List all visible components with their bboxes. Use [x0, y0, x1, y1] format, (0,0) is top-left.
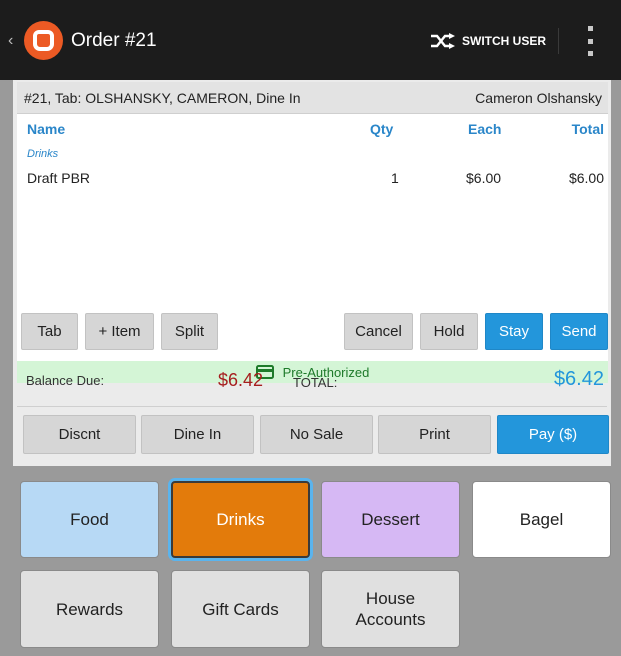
- stay-button[interactable]: Stay: [485, 313, 543, 350]
- no-sale-button[interactable]: No Sale: [260, 415, 373, 454]
- total-label: TOTAL:: [293, 375, 338, 390]
- balance-due-value: $6.42: [218, 370, 264, 390]
- category-dessert[interactable]: Dessert: [321, 481, 460, 558]
- item-name: Draft PBR: [27, 170, 91, 186]
- switch-user-label: SWITCH USER: [462, 34, 546, 48]
- category-house-accounts[interactable]: House Accounts: [321, 570, 460, 648]
- category-rewards[interactable]: Rewards: [20, 570, 159, 648]
- house-accounts-line-1: House: [365, 589, 416, 608]
- page-title: Order #21: [71, 30, 157, 51]
- send-button[interactable]: Send: [550, 313, 608, 350]
- app-logo-icon[interactable]: [24, 21, 63, 60]
- discount-button[interactable]: Discnt: [23, 415, 136, 454]
- tab-info: #21, Tab: OLSHANSKY, CAMERON, Dine In: [24, 90, 301, 106]
- total-value: $6.42: [553, 368, 604, 390]
- column-each: Each: [468, 121, 502, 137]
- order-panel: #21, Tab: OLSHANSKY, CAMERON, Dine In Ca…: [13, 80, 611, 466]
- item-qty: 1: [391, 170, 399, 186]
- back-chevron-icon[interactable]: ‹: [8, 33, 13, 49]
- order-category: Drinks: [27, 148, 59, 160]
- overflow-menu-icon[interactable]: [586, 26, 594, 56]
- category-food[interactable]: Food: [20, 481, 159, 558]
- server-name: Cameron Olshansky: [475, 90, 602, 106]
- category-drinks[interactable]: Drinks: [171, 481, 310, 558]
- order-header: #21, Tab: OLSHANSKY, CAMERON, Dine In Ca…: [17, 82, 608, 114]
- divider: [17, 406, 607, 407]
- shuffle-icon: [431, 33, 455, 49]
- cancel-button[interactable]: Cancel: [344, 313, 413, 350]
- pay-button[interactable]: Pay ($): [497, 415, 609, 454]
- add-item-button[interactable]: + Item: [85, 313, 154, 350]
- split-button[interactable]: Split: [161, 313, 218, 350]
- house-accounts-line-2: Accounts: [355, 610, 426, 629]
- category-bagel[interactable]: Bagel: [472, 481, 611, 558]
- column-qty: Qty: [370, 121, 394, 137]
- print-button[interactable]: Print: [378, 415, 491, 454]
- switch-user-button[interactable]: SWITCH USER: [430, 22, 546, 60]
- app-bar-divider: [558, 28, 559, 54]
- column-total: Total: [571, 121, 604, 137]
- item-total: $6.00: [568, 170, 604, 186]
- app-bar: ‹ Order #21 SWITCH USER: [0, 0, 621, 80]
- column-name: Name: [27, 121, 66, 137]
- dine-in-button[interactable]: Dine In: [141, 415, 254, 454]
- item-each: $6.00: [466, 170, 502, 186]
- balance-due-label: Balance Due:: [26, 373, 105, 388]
- hold-button[interactable]: Hold: [420, 313, 478, 350]
- tab-button[interactable]: Tab: [21, 313, 78, 350]
- category-gift-cards[interactable]: Gift Cards: [171, 570, 310, 648]
